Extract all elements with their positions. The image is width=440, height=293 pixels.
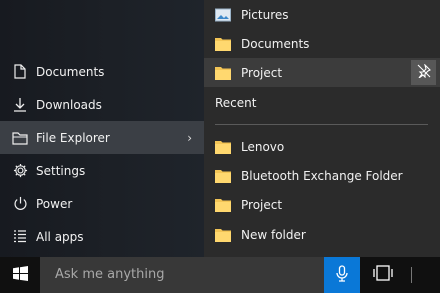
rail-item-all-apps[interactable]: All apps (0, 220, 204, 253)
recent-section-title: Recent (215, 96, 257, 110)
rail-item-label: Power (36, 196, 73, 211)
folder-icon (215, 168, 231, 184)
section-divider (215, 124, 428, 125)
power-icon (11, 195, 29, 213)
jump-item-label: Documents (241, 36, 310, 51)
jump-item-label: Pictures (241, 7, 289, 22)
unpin-button[interactable] (411, 60, 436, 85)
windows-logo-icon (12, 265, 28, 285)
task-view-button[interactable] (364, 257, 402, 293)
recent-item-lenovo[interactable]: Lenovo (204, 132, 440, 161)
jump-item-label: Project (241, 197, 283, 212)
rail-item-label: Settings (36, 163, 86, 178)
all-apps-icon (11, 228, 29, 246)
unpin-icon (417, 63, 431, 82)
jump-list-panel: Pictures Documents Project Recent Lenovo… (204, 0, 440, 257)
recent-item-new-folder[interactable]: New folder (204, 220, 440, 249)
gear-icon (11, 162, 29, 180)
jump-item-label: Lenovo (241, 139, 285, 154)
pictures-icon (215, 7, 231, 23)
pinned-item-pictures[interactable]: Pictures (204, 0, 440, 29)
jump-item-label: Project (241, 65, 283, 80)
folder-icon (215, 139, 231, 155)
download-icon (11, 96, 29, 114)
rail-item-label: Downloads (36, 97, 102, 112)
document-icon (11, 63, 29, 81)
start-menu-left-rail: Documents Downloads File Explorer › Sett… (0, 0, 204, 257)
rail-item-power[interactable]: Power (0, 187, 204, 220)
microphone-button[interactable] (324, 257, 360, 293)
rail-item-settings[interactable]: Settings (0, 154, 204, 187)
rail-item-downloads[interactable]: Downloads (0, 88, 204, 121)
recent-item-project[interactable]: Project (204, 190, 440, 219)
folder-icon (215, 227, 231, 243)
pinned-item-project[interactable]: Project (204, 58, 440, 87)
rail-item-file-explorer[interactable]: File Explorer › (0, 121, 204, 154)
rail-item-label: File Explorer (36, 130, 110, 145)
start-button[interactable] (0, 257, 40, 293)
taskbar: Ask me anything (0, 257, 440, 293)
folder-icon (215, 36, 231, 52)
rail-item-label: All apps (36, 229, 84, 244)
folder-icon (215, 65, 231, 81)
search-placeholder: Ask me anything (55, 267, 165, 282)
rail-item-documents[interactable]: Documents (0, 55, 204, 88)
file-explorer-icon (11, 129, 29, 147)
rail-item-label: Documents (36, 64, 105, 79)
chevron-right-icon[interactable]: › (187, 131, 192, 145)
folder-icon (215, 197, 231, 213)
pinned-item-documents[interactable]: Documents (204, 29, 440, 58)
task-view-icon (373, 265, 393, 285)
taskbar-separator (411, 267, 412, 283)
search-box[interactable]: Ask me anything (40, 257, 324, 293)
jump-item-label: Bluetooth Exchange Folder (241, 168, 403, 183)
jump-item-label: New folder (241, 227, 306, 242)
microphone-icon (336, 264, 348, 286)
recent-item-bluetooth-exchange-folder[interactable]: Bluetooth Exchange Folder (204, 161, 440, 190)
